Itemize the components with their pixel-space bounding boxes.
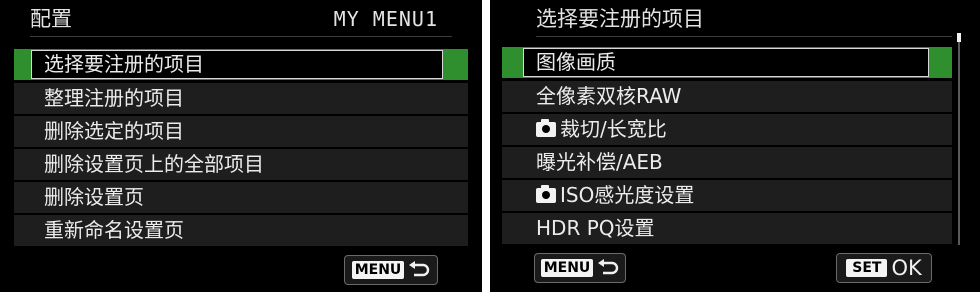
- menu-item-select-items[interactable]: 选择要注册的项目: [14, 49, 468, 80]
- screen-title: 选择要注册的项目: [536, 7, 704, 31]
- item-label: 全像素双核RAW: [536, 84, 682, 108]
- menu-badge: MENU: [351, 261, 405, 279]
- scrollbar-track[interactable]: [958, 40, 960, 245]
- return-arrow-icon: [409, 261, 430, 277]
- item-image-quality[interactable]: 图像画质: [502, 47, 952, 78]
- item-label: 图像画质: [536, 50, 616, 74]
- menu-item-label: 重新命名设置页: [44, 218, 184, 242]
- menu-item-delete-all-on-tab[interactable]: 删除设置页上的全部项目: [14, 149, 468, 180]
- item-dual-pixel-raw[interactable]: 全像素双核RAW: [502, 81, 952, 112]
- return-arrow-icon: [598, 259, 619, 275]
- item-label: ISO感光度设置: [560, 183, 695, 207]
- menu-tab-label: MY MENU1: [333, 7, 438, 31]
- menu-item-delete-tab[interactable]: 删除设置页: [14, 182, 468, 213]
- set-ok-button[interactable]: SET OK: [836, 253, 932, 283]
- menu-item-delete-selected[interactable]: 删除选定的项目: [14, 116, 468, 147]
- menu-item-rename-tab[interactable]: 重新命名设置页: [14, 215, 468, 246]
- title-divider: [30, 36, 452, 37]
- menu-item-label: 整理注册的项目: [44, 86, 184, 110]
- menu-item-sort-items[interactable]: 整理注册的项目: [14, 83, 468, 114]
- item-label: HDR PQ设置: [536, 216, 655, 240]
- ok-label: OK: [891, 256, 922, 280]
- menu-item-label: 删除设置页: [44, 185, 144, 209]
- item-label-group: 裁切/长宽比: [536, 114, 667, 145]
- item-exposure-comp-aeb[interactable]: 曝光补偿/AEB: [502, 147, 952, 178]
- screen-title: 配置: [30, 7, 72, 31]
- my-menu-settings-screen: 配置 MY MENU1 选择要注册的项目 整理注册的项目 删除选定的项目 删除设…: [0, 0, 482, 292]
- menu-return-button[interactable]: MENU: [534, 253, 626, 283]
- item-label-group: ISO感光度设置: [536, 180, 694, 211]
- scrollbar-thumb[interactable]: [957, 33, 961, 42]
- menu-item-label: 选择要注册的项目: [44, 52, 204, 76]
- item-hdr-pq-settings[interactable]: HDR PQ设置: [502, 213, 952, 244]
- set-badge: SET: [846, 259, 888, 277]
- menu-item-label: 删除选定的项目: [44, 119, 184, 143]
- camera-icon: [536, 185, 556, 203]
- camera-icon: [536, 119, 556, 137]
- item-crop-aspect-ratio[interactable]: 裁切/长宽比: [502, 114, 952, 145]
- item-label: 裁切/长宽比: [560, 117, 667, 141]
- select-items-screen: 选择要注册的项目 图像画质 全像素双核RAW 裁切/长宽比 曝光补偿/AEB I…: [490, 0, 980, 292]
- menu-badge: MENU: [540, 259, 594, 277]
- menu-item-label: 删除设置页上的全部项目: [44, 152, 264, 176]
- item-iso-settings[interactable]: ISO感光度设置: [502, 180, 952, 211]
- item-label: 曝光补偿/AEB: [536, 150, 663, 174]
- menu-return-button[interactable]: MENU: [344, 255, 438, 285]
- title-divider: [536, 36, 952, 37]
